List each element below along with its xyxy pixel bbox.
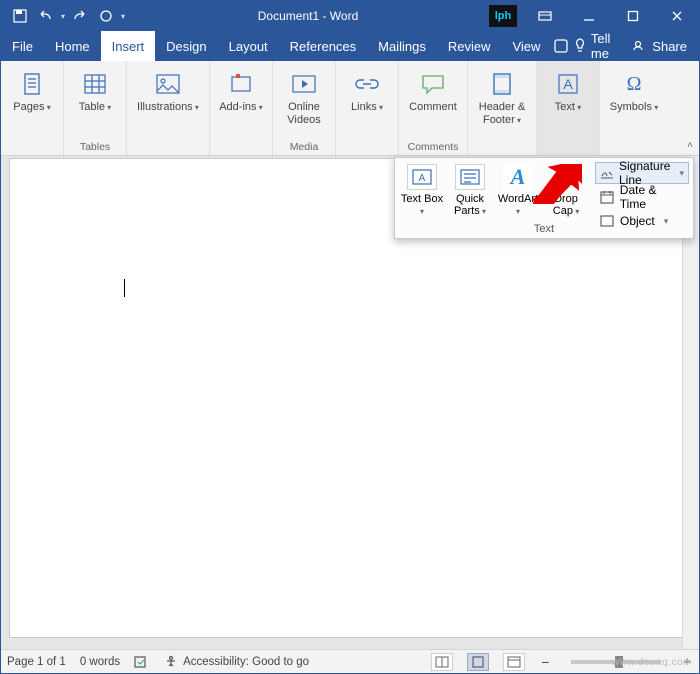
- pages-button[interactable]: Pages: [7, 65, 57, 114]
- status-bar: Page 1 of 1 0 words Accessibility: Good …: [1, 649, 699, 673]
- title-bar: ▾ ▾ Document1 - Word lph: [1, 1, 699, 31]
- comment-icon: [420, 71, 446, 97]
- word-window: ▾ ▾ Document1 - Word lph File Home Inser…: [0, 0, 700, 674]
- qat-customize-icon[interactable]: ▾: [121, 12, 125, 21]
- logo-badge: lph: [489, 5, 517, 27]
- wordart-icon: A: [503, 164, 533, 190]
- web-layout-icon[interactable]: [503, 653, 525, 671]
- tab-references[interactable]: References: [279, 31, 367, 61]
- ribbon-insert: Pages Table Tables Illustrations: [1, 61, 699, 156]
- tab-home[interactable]: Home: [44, 31, 101, 61]
- signature-line-button[interactable]: Signature Line ▾: [595, 162, 689, 184]
- flyout-large-buttons: A Text Box Quick Parts A WordArt A Drop …: [395, 158, 593, 238]
- text-box-icon: A: [407, 164, 437, 190]
- share-icon[interactable]: [632, 31, 651, 61]
- link-icon: [354, 71, 380, 97]
- group-links: Links: [336, 61, 399, 155]
- tell-me[interactable]: Tell me: [589, 31, 632, 61]
- tab-insert[interactable]: Insert: [101, 31, 156, 61]
- window-title: Document1 - Word: [133, 9, 483, 23]
- spellcheck-icon[interactable]: [134, 655, 150, 669]
- addins-icon: [228, 71, 254, 97]
- group-illustrations: Illustrations: [127, 61, 210, 155]
- read-mode-icon[interactable]: [431, 653, 453, 671]
- tab-design[interactable]: Design: [155, 31, 217, 61]
- svg-text:A: A: [419, 173, 426, 184]
- group-addins: Add-ins: [210, 61, 273, 155]
- accessibility-icon: [164, 655, 178, 669]
- accessibility-status[interactable]: Accessibility: Good to go: [164, 655, 309, 669]
- quick-parts-icon: [455, 164, 485, 190]
- zoom-out-button[interactable]: −: [539, 654, 551, 670]
- document-title: Document1 - Word: [258, 9, 358, 23]
- lightbulb-icon[interactable]: [570, 31, 589, 61]
- tab-view[interactable]: View: [501, 31, 551, 61]
- group-symbols: Ω Symbols: [600, 61, 668, 155]
- links-button[interactable]: Links: [342, 65, 392, 114]
- minimize-button[interactable]: [567, 1, 611, 31]
- tab-file[interactable]: File: [1, 31, 44, 61]
- ribbon-options-icon[interactable]: [523, 1, 567, 31]
- text-box-button[interactable]: A Text Box: [399, 162, 445, 236]
- addins-button[interactable]: Add-ins: [216, 65, 266, 114]
- date-time-button[interactable]: Date & Time: [595, 186, 689, 208]
- menu-bar: File Home Insert Design Layout Reference…: [1, 31, 699, 61]
- tab-layout[interactable]: Layout: [218, 31, 279, 61]
- object-button[interactable]: Object ▾: [595, 210, 689, 232]
- calendar-icon: [599, 189, 615, 205]
- tab-mailings[interactable]: Mailings: [367, 31, 437, 61]
- undo-dropdown-icon[interactable]: ▾: [61, 12, 65, 21]
- illustrations-button[interactable]: Illustrations: [133, 65, 203, 114]
- chevron-down-icon[interactable]: ▾: [664, 216, 669, 227]
- text-flyout-panel: A Text Box Quick Parts A WordArt A Drop …: [394, 157, 694, 239]
- omega-icon: Ω: [621, 71, 647, 97]
- pages-icon: [19, 71, 45, 97]
- quick-access-toolbar: ▾ ▾: [1, 5, 133, 27]
- object-icon: [599, 213, 615, 229]
- picture-icon: [155, 71, 181, 97]
- quick-parts-button[interactable]: Quick Parts: [447, 162, 493, 236]
- help-icon[interactable]: [551, 31, 570, 61]
- comment-button[interactable]: Comment: [405, 65, 461, 114]
- watermark-text: www.deuaq.com: [612, 657, 692, 668]
- undo-icon[interactable]: [35, 5, 57, 27]
- chevron-down-icon[interactable]: ▾: [679, 168, 684, 179]
- collapse-ribbon-icon[interactable]: ˄: [687, 140, 693, 151]
- table-icon: [82, 71, 108, 97]
- symbols-button[interactable]: Ω Symbols: [606, 65, 662, 114]
- header-footer-button[interactable]: Header & Footer: [474, 65, 530, 127]
- header-footer-icon: [489, 71, 515, 97]
- share-button[interactable]: Share: [650, 31, 699, 61]
- word-count[interactable]: 0 words: [80, 656, 120, 668]
- flyout-small-buttons: Signature Line ▾ Date & Time Object ▾: [593, 158, 693, 238]
- flyout-group-label: Text: [534, 223, 554, 235]
- page-count[interactable]: Page 1 of 1: [7, 656, 66, 668]
- print-layout-icon[interactable]: [467, 653, 489, 671]
- group-comments: Comment Comments: [399, 61, 468, 155]
- group-pages: Pages: [1, 61, 64, 155]
- text-icon: A: [555, 71, 581, 97]
- table-button[interactable]: Table: [70, 65, 120, 114]
- group-header-footer: Header & Footer: [468, 61, 537, 155]
- svg-text:A: A: [563, 76, 573, 92]
- group-tables: Table Tables: [64, 61, 127, 155]
- text-button[interactable]: A Text: [543, 65, 593, 114]
- group-media: Online Videos Media: [273, 61, 336, 155]
- window-controls: [523, 1, 699, 31]
- save-icon[interactable]: [9, 5, 31, 27]
- video-icon: [291, 71, 317, 97]
- drop-cap-icon: A: [551, 164, 581, 190]
- touch-mode-icon[interactable]: [95, 5, 117, 27]
- group-text: A Text: [537, 61, 600, 155]
- redo-icon[interactable]: [69, 5, 91, 27]
- signature-icon: [600, 165, 614, 181]
- text-cursor: [124, 279, 125, 297]
- tab-review[interactable]: Review: [437, 31, 502, 61]
- close-button[interactable]: [655, 1, 699, 31]
- maximize-button[interactable]: [611, 1, 655, 31]
- online-videos-button[interactable]: Online Videos: [279, 65, 329, 127]
